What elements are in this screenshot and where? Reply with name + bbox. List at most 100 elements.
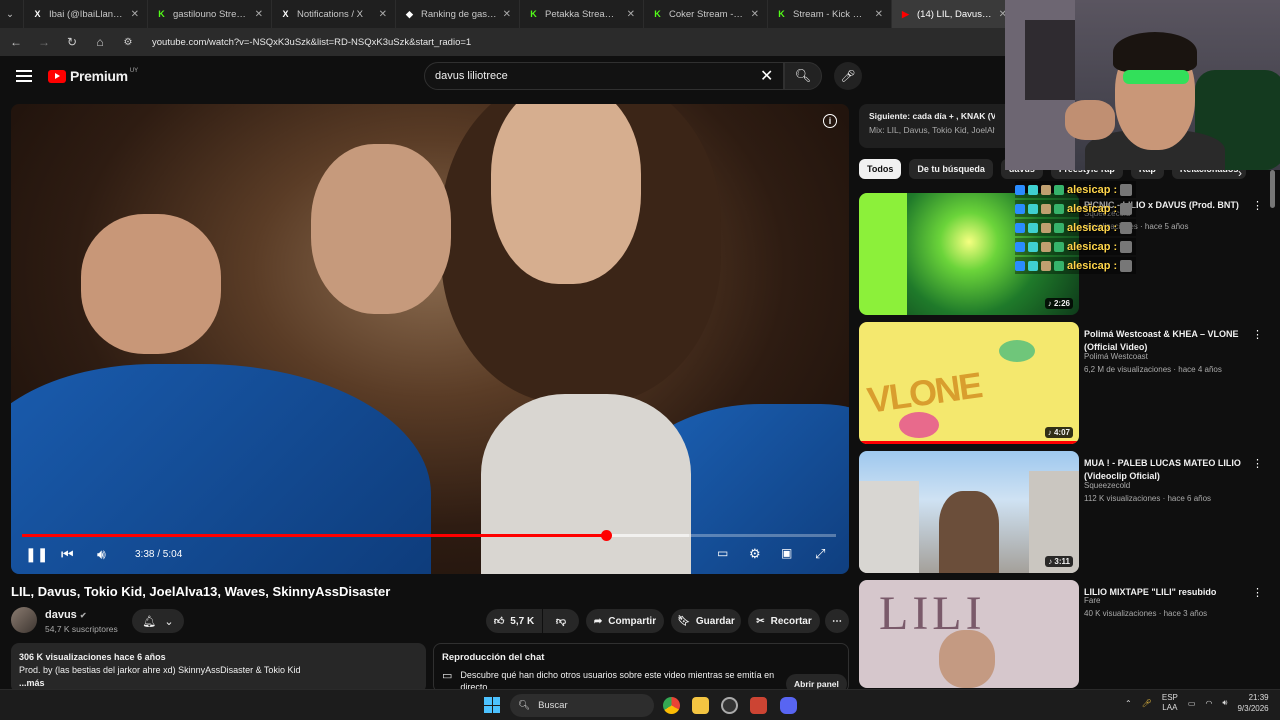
menu-icon[interactable] <box>16 70 32 82</box>
scrubber-handle[interactable] <box>600 530 612 541</box>
windows-taskbar: 🔍︎ Buscar ⌃ 🎤︎ ESP LAA ▭ ◠ 🔊︎ 21:39 9/3/202… <box>0 689 1280 720</box>
close-tab-icon[interactable]: ✕ <box>875 9 883 20</box>
more-options-icon[interactable]: ⋮ <box>1252 199 1263 212</box>
settings-icon[interactable]: ⚙ <box>749 546 761 562</box>
badge-icon <box>1054 184 1064 195</box>
more-icon: ⋯ <box>832 615 842 627</box>
close-tab-icon[interactable]: ✕ <box>255 9 263 20</box>
recommendation-item[interactable]: VLONE ♪ 4:07 Polimá Westcoast & KHEA – V… <box>859 322 1264 444</box>
badge-icon <box>1028 203 1038 214</box>
bookmark-icon: 🔖︎ <box>677 615 690 627</box>
video-thumbnail[interactable]: ♪ 3:11 <box>859 451 1079 573</box>
file-explorer-icon[interactable] <box>692 697 709 714</box>
voice-search-button[interactable]: 🎤︎ <box>834 62 862 90</box>
progress-bar[interactable] <box>22 530 836 541</box>
url-field[interactable]: youtube.com/watch?v=-NSQxK3uSzk&list=RD-… <box>152 37 471 48</box>
duration-badge: ♪ 3:11 <box>1045 556 1073 567</box>
close-tab-icon[interactable]: ✕ <box>379 9 387 20</box>
windows-start-icon[interactable] <box>484 697 500 713</box>
filter-chip[interactable]: Todos <box>859 159 902 179</box>
badge-icon <box>1015 222 1025 233</box>
youtube-logo-icon: ▶ <box>902 8 909 19</box>
like-button[interactable]: 👍︎ 5,7 K <box>486 609 542 633</box>
microphone-icon[interactable]: 🎤︎ <box>1142 699 1152 708</box>
x-logo-icon: X <box>34 9 41 19</box>
volume-icon[interactable]: 🔊︎ <box>97 546 106 563</box>
search-input[interactable]: davus liliotrece <box>424 62 784 90</box>
tab-list-button[interactable]: ⌄ <box>0 0 24 28</box>
close-tab-icon[interactable]: ✕ <box>627 9 635 20</box>
notification-bell-button[interactable]: 🔔︎ ⌄ <box>132 609 184 633</box>
monitor-icon[interactable]: ▭ <box>1188 699 1196 708</box>
input-language[interactable]: ESP LAA <box>1162 693 1178 713</box>
clock[interactable]: 21:39 9/3/2026 <box>1237 692 1268 714</box>
badge-icon <box>1028 260 1038 271</box>
browser-tab[interactable]: KStream - Kick Dashbo✕ <box>768 0 892 28</box>
system-tray: ⌃ 🎤︎ ESP LAA ▭ ◠ 🔊︎ 21:39 9/3/2026 <box>1125 692 1269 714</box>
back-icon[interactable]: ← <box>8 35 24 49</box>
reload-icon[interactable]: ↻ <box>64 35 80 49</box>
sidebar-scrollbar[interactable] <box>1270 170 1275 208</box>
more-options-icon[interactable]: ⋮ <box>1252 328 1263 341</box>
more-options-icon[interactable]: ⋮ <box>1252 586 1263 599</box>
bell-icon: 🔔︎ <box>142 615 157 628</box>
info-icon[interactable]: i <box>823 114 837 128</box>
chat-message: alesicap : <box>1015 200 1137 217</box>
more-options-icon[interactable]: ⋮ <box>1252 457 1263 470</box>
browser-tab[interactable]: ◆Ranking de gastilouno✕ <box>396 0 520 28</box>
save-button[interactable]: 🔖︎ Guardar <box>671 609 741 633</box>
browser-tab[interactable]: XIbai (@IbaiLlanos) / X✕ <box>24 0 148 28</box>
obs-icon[interactable] <box>721 697 738 714</box>
close-tab-icon[interactable]: ✕ <box>751 9 759 20</box>
video-thumbnail[interactable]: LILI <box>859 580 1079 688</box>
clear-search-icon[interactable]: ✕ <box>760 66 773 86</box>
scissors-icon: ✂ <box>756 615 765 627</box>
browser-tab[interactable]: ▶ (14) LIL, Davus, To ✕ <box>892 0 1016 28</box>
tab-strip: XIbai (@IbaiLlanos) / X✕Kgastilouno Stre… <box>24 0 1016 28</box>
speaker-icon[interactable]: 🔊︎ <box>1222 698 1227 708</box>
wifi-icon[interactable]: ◠ <box>1205 699 1212 708</box>
taskbar-search[interactable]: 🔍︎ Buscar <box>510 694 654 717</box>
previous-icon[interactable]: ⏮︎ <box>61 546 74 563</box>
share-button[interactable]: ➦ Compartir <box>586 609 664 633</box>
youtube-premium-logo[interactable]: Premium UY <box>48 68 138 84</box>
channel-name[interactable]: davus ✔ <box>45 609 87 621</box>
more-actions-button[interactable]: ⋯ <box>825 609 849 633</box>
browser-tab[interactable]: X Notifications / X ✕ <box>272 0 396 28</box>
time-display: 3:38 / 5:04 <box>135 549 183 560</box>
discord-icon[interactable] <box>780 697 797 714</box>
dislike-button[interactable]: 👎︎ <box>543 609 579 633</box>
browser-tab[interactable]: Kgastilouno Stream - V✕ <box>148 0 272 28</box>
views-and-date: 306 K visualizaciones hace 6 años <box>19 652 166 662</box>
channel-avatar[interactable] <box>11 607 37 633</box>
chrome-icon[interactable] <box>663 697 680 714</box>
pause-icon[interactable]: ❚❚ <box>25 546 48 563</box>
recommendation-item[interactable]: ♪ 3:11 MUA ! - PALEB LUCAS MATEO LILIO (… <box>859 451 1264 573</box>
badge-icon <box>1041 184 1051 195</box>
forward-icon[interactable]: → <box>36 35 52 49</box>
recommendation-item[interactable]: LILI LILIO MIXTAPE "LILI" resubido Fare … <box>859 580 1264 688</box>
filter-chip[interactable]: De tu búsqueda <box>909 159 993 179</box>
video-thumbnail[interactable]: VLONE ♪ 4:07 <box>859 322 1079 444</box>
description-box[interactable]: 306 K visualizaciones hace 6 años Prod. … <box>11 643 426 693</box>
app-icon[interactable] <box>750 697 767 714</box>
close-tab-icon[interactable]: ✕ <box>503 9 511 20</box>
browser-tab[interactable]: KCoker Stream - Watc✕ <box>644 0 768 28</box>
site-info-icon[interactable]: ⚙ <box>120 37 136 48</box>
close-tab-icon[interactable]: ✕ <box>131 9 139 20</box>
chevron-up-icon[interactable]: ⌃ <box>1125 699 1132 708</box>
clip-button[interactable]: ✂ Recortar <box>748 609 820 633</box>
subscriber-count: 54,7 K suscriptores <box>45 624 118 634</box>
up-next-box[interactable]: Siguiente: cada día + , KNAK (Vi Mix: LI… <box>859 104 1005 148</box>
microphone-icon: 🎤︎ <box>840 69 856 83</box>
badge-icon <box>1015 184 1025 195</box>
subtitles-icon[interactable]: ▭ <box>717 546 728 560</box>
video-player[interactable]: i ❚❚ ⏮︎ 🔊︎ 3:38 / 5:04 ▭ ⚙ ▣ ⤢ <box>11 104 849 574</box>
miniplayer-icon[interactable]: ▣ <box>781 546 792 560</box>
browser-tab[interactable]: KPetakka Stream - Wa✕ <box>520 0 644 28</box>
youtube-header: Premium UY davus liliotrece ✕ 🔍︎ 🎤︎ <box>0 56 1005 100</box>
emote-icon <box>1120 221 1133 234</box>
search-button[interactable]: 🔍︎ <box>784 62 822 90</box>
home-icon[interactable]: ⌂ <box>92 35 108 49</box>
fullscreen-icon[interactable]: ⤢ <box>815 546 825 562</box>
